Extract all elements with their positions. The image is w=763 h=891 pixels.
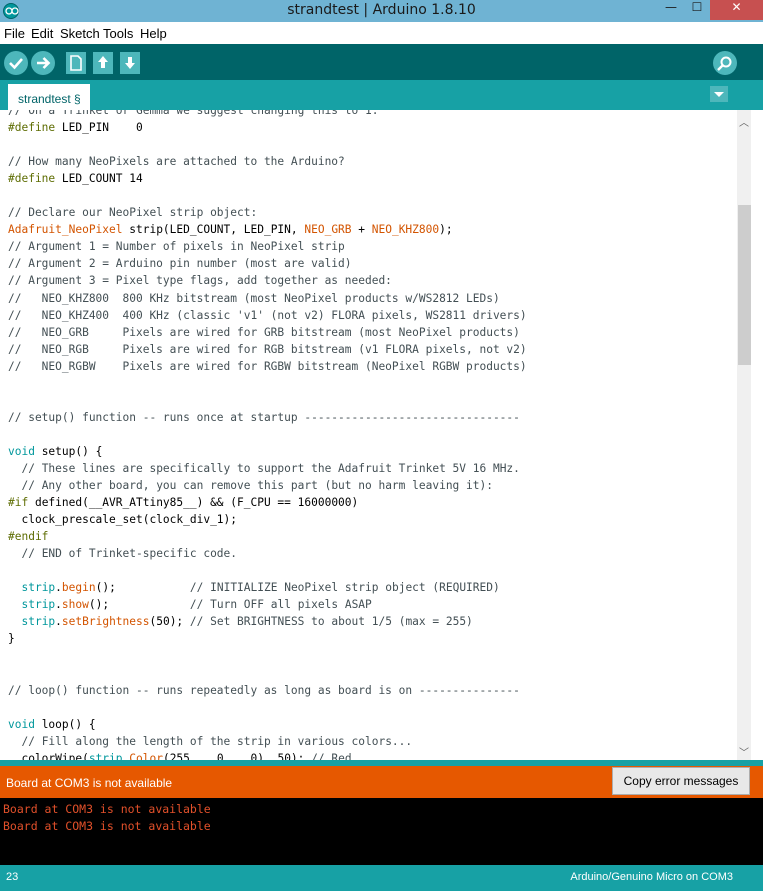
console-line: Board at COM3 is not available bbox=[3, 819, 211, 833]
serial-monitor-icon bbox=[717, 56, 732, 71]
code-line: // setup() function -- runs once at star… bbox=[8, 410, 520, 424]
code-line: // Argument 1 = Number of pixels in NeoP… bbox=[8, 240, 345, 254]
status-line-number: 23 bbox=[6, 871, 19, 883]
arduino-ide-window: strandtest | Arduino 1.8.10 — ☐ ✕ File E… bbox=[0, 0, 763, 891]
code-line: // loop() function -- runs repeatedly as… bbox=[8, 683, 520, 697]
tab-strandtest[interactable]: strandtest § bbox=[8, 84, 90, 110]
verify-icon bbox=[9, 58, 23, 70]
code-editor[interactable]: // On a Trinket or Gemma we suggest chan… bbox=[0, 110, 737, 760]
tab-menu-button[interactable] bbox=[710, 86, 728, 102]
code-line: #define LED_PIN 0 bbox=[8, 121, 143, 135]
code-line: // Argument 2 = Arduino pin number (most… bbox=[8, 257, 352, 271]
code-line: // NEO_RGBW Pixels are wired for RGBW bi… bbox=[8, 359, 527, 373]
menu-tools[interactable]: Tools bbox=[103, 26, 133, 41]
new-icon bbox=[70, 55, 82, 71]
status-bar: 23 Arduino/Genuino Micro on COM3 bbox=[0, 865, 763, 891]
error-bar: Board at COM3 is not available Copy erro… bbox=[0, 766, 763, 798]
open-icon bbox=[98, 56, 108, 68]
editor-vertical-scrollbar[interactable]: ︿ ﹀ bbox=[737, 110, 751, 760]
code-line: // END of Trinket-specific code. bbox=[21, 547, 238, 561]
verify-button[interactable] bbox=[4, 51, 28, 75]
code-line: strip.show(); // Turn OFF all pixels ASA… bbox=[21, 598, 372, 612]
title-bar: strandtest | Arduino 1.8.10 — ☐ ✕ bbox=[0, 0, 763, 22]
code-line: // How many NeoPixels are attached to th… bbox=[8, 155, 345, 169]
code-line: // NEO_KHZ400 400 KHz (classic 'v1' (not… bbox=[8, 308, 527, 322]
save-icon bbox=[125, 57, 135, 69]
code-line: void setup() { bbox=[8, 444, 103, 458]
upload-icon bbox=[37, 57, 51, 69]
code-line: // On a Trinket or Gemma we suggest chan… bbox=[8, 110, 379, 117]
code-line: // These lines are specifically to suppo… bbox=[21, 461, 520, 475]
console-output[interactable]: Board at COM3 is not available Board at … bbox=[0, 798, 763, 865]
code-line: // Argument 3 = Pixel type flags, add to… bbox=[8, 274, 392, 288]
upload-button[interactable] bbox=[31, 51, 55, 75]
new-button[interactable] bbox=[66, 52, 86, 74]
code-line: // Declare our NeoPixel strip object: bbox=[8, 206, 258, 220]
code-line: colorWipe(strip.Color(255, 0, 0), 50); /… bbox=[8, 751, 352, 760]
code-line: // Fill along the length of the strip in… bbox=[21, 734, 413, 748]
menu-edit[interactable]: Edit bbox=[31, 26, 53, 41]
error-message: Board at COM3 is not available bbox=[6, 776, 173, 790]
status-board: Arduino/Genuino Micro on COM3 bbox=[570, 871, 733, 883]
code-line: // NEO_RGB Pixels are wired for RGB bits… bbox=[8, 342, 527, 356]
code-line: clock_prescale_set(clock_div_1); bbox=[8, 513, 238, 527]
menu-help[interactable]: Help bbox=[140, 26, 167, 41]
open-button[interactable] bbox=[93, 52, 113, 74]
save-button[interactable] bbox=[120, 52, 140, 74]
code-line: // NEO_KHZ800 800 KHz bitstream (most Ne… bbox=[8, 291, 500, 305]
serial-monitor-button[interactable] bbox=[713, 51, 737, 75]
window-title: strandtest | Arduino 1.8.10 bbox=[287, 2, 476, 18]
code-line: #define LED_COUNT 14 bbox=[8, 172, 143, 186]
code-line: // NEO_GRB Pixels are wired for GRB bits… bbox=[8, 325, 520, 339]
minimize-button[interactable]: — bbox=[658, 0, 684, 20]
console-line: Board at COM3 is not available bbox=[3, 802, 211, 816]
right-gutter bbox=[751, 110, 763, 760]
chevron-down-icon bbox=[714, 92, 724, 97]
menu-bar: File Edit Sketch Tools Help bbox=[0, 22, 763, 44]
toolbar bbox=[0, 44, 763, 80]
scrollbar-thumb[interactable] bbox=[738, 205, 751, 365]
close-button[interactable]: ✕ bbox=[710, 0, 763, 20]
code-line: void loop() { bbox=[8, 717, 96, 731]
scroll-up-icon[interactable]: ︿ bbox=[739, 114, 749, 129]
code-line: #endif bbox=[8, 530, 49, 544]
code-line: #if defined(__AVR_ATtiny85__) && (F_CPU … bbox=[8, 496, 359, 510]
menu-sketch[interactable]: Sketch bbox=[60, 26, 100, 41]
code-line: } bbox=[8, 632, 15, 646]
copy-error-messages-button[interactable]: Copy error messages bbox=[612, 767, 750, 795]
code-text: // On a Trinket or Gemma we suggest chan… bbox=[8, 110, 527, 760]
tab-bar: strandtest § bbox=[0, 80, 763, 110]
scroll-down-icon[interactable]: ﹀ bbox=[739, 744, 749, 759]
menu-file[interactable]: File bbox=[4, 26, 25, 41]
code-line: strip.setBrightness(50); // Set BRIGHTNE… bbox=[21, 615, 473, 629]
code-line: strip.begin(); // INITIALIZE NeoPixel st… bbox=[21, 581, 500, 595]
code-line: Adafruit_NeoPixel strip(LED_COUNT, LED_P… bbox=[8, 223, 453, 237]
maximize-button[interactable]: ☐ bbox=[684, 0, 710, 20]
code-line: // Any other board, you can remove this … bbox=[21, 479, 493, 493]
